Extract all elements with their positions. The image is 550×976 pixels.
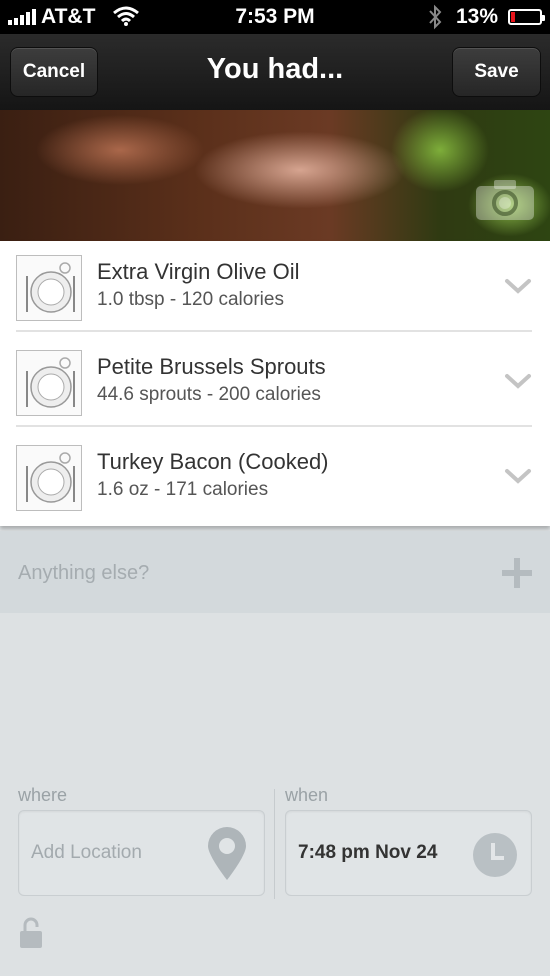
plate-icon: [16, 350, 82, 416]
bluetooth-icon: [429, 4, 442, 30]
plate-icon: [16, 255, 82, 321]
food-name: Turkey Bacon (Cooked): [97, 449, 329, 474]
time-field[interactable]: 7:48 pm Nov 24: [285, 810, 532, 896]
food-item[interactable]: Turkey Bacon (Cooked) 1.6 oz - 171 calor…: [0, 431, 550, 525]
plus-icon[interactable]: [500, 556, 534, 590]
divider: [16, 330, 532, 332]
meal-photo[interactable]: [0, 110, 550, 241]
food-detail: 44.6 sprouts - 200 calories: [97, 384, 321, 405]
chevron-down-icon[interactable]: [504, 372, 532, 390]
camera-icon[interactable]: [474, 178, 536, 222]
location-field[interactable]: Add Location: [18, 810, 265, 896]
location-placeholder: Add Location: [31, 842, 142, 863]
clock-icon: [473, 833, 517, 877]
when-label: when: [285, 785, 329, 805]
battery-icon: [508, 9, 545, 25]
status-bar: AT&T 7:53 PM 13%: [0, 0, 550, 34]
food-name: Extra Virgin Olive Oil: [97, 259, 300, 284]
where-label: where: [18, 785, 68, 805]
add-food-row[interactable]: Anything else?: [0, 531, 550, 613]
lock-icon[interactable]: [19, 917, 43, 949]
chevron-down-icon[interactable]: [504, 467, 532, 485]
food-item[interactable]: Extra Virgin Olive Oil 1.0 tbsp - 120 ca…: [0, 241, 550, 335]
details-panel: where when Add Location 7:48 pm Nov 24: [0, 613, 550, 976]
food-item[interactable]: Petite Brussels Sprouts 44.6 sprouts - 2…: [0, 336, 550, 430]
divider: [16, 425, 532, 427]
location-pin-icon: [208, 827, 246, 880]
save-button[interactable]: Save: [452, 47, 541, 97]
chevron-down-icon[interactable]: [504, 277, 532, 295]
food-detail: 1.0 tbsp - 120 calories: [97, 289, 284, 310]
food-detail: 1.6 oz - 171 calories: [97, 479, 269, 500]
navigation-bar: Cancel You had... Save: [0, 34, 550, 110]
divider: [274, 789, 275, 899]
time-value: 7:48 pm Nov 24: [298, 842, 438, 863]
add-food-input[interactable]: Anything else?: [18, 562, 149, 585]
battery-percent: 13%: [456, 5, 499, 28]
food-list: Extra Virgin Olive Oil 1.0 tbsp - 120 ca…: [0, 241, 550, 526]
plate-icon: [16, 445, 82, 511]
food-name: Petite Brussels Sprouts: [97, 354, 326, 379]
